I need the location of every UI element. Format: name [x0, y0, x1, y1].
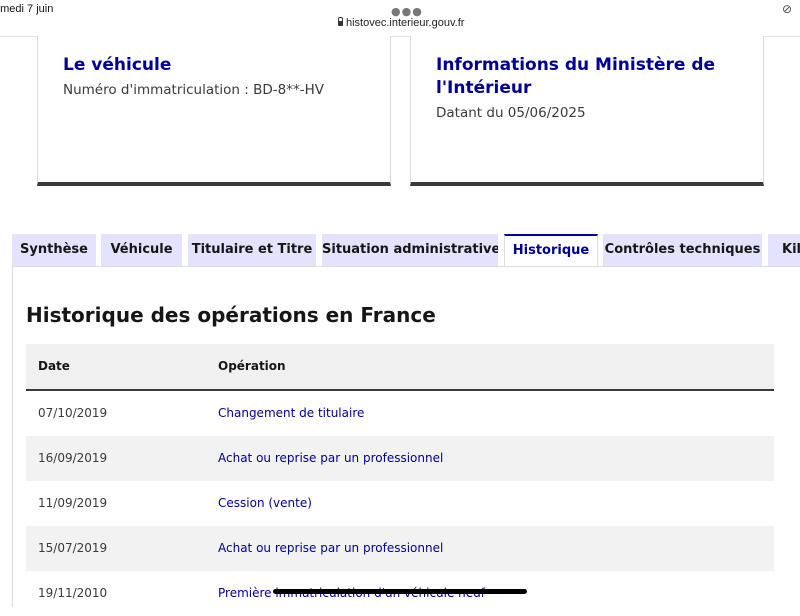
url-text: histovec.interieur.gouv.fr [346, 17, 465, 29]
tab-kilometrage[interactable]: Kilo [768, 234, 800, 266]
table-row: 16/09/2019 Achat ou reprise par un profe… [26, 436, 774, 481]
ministry-card-title: Informations du Ministère de l'Intérieur [436, 55, 716, 98]
browser-status-bar: amedi 7 juin ●●● histovec.interieur.gouv… [0, 0, 800, 37]
row-operation[interactable]: Cession (vente) [218, 481, 312, 526]
tab-historique[interactable]: Historique [504, 234, 598, 268]
tab-vehicule[interactable]: Véhicule [101, 234, 182, 266]
status-date: amedi 7 juin [0, 3, 54, 15]
row-date: 19/11/2010 [38, 586, 108, 600]
vehicle-card: Le véhicule Numéro d'immatriculation : B… [37, 36, 391, 186]
row-operation[interactable]: Achat ou reprise par un professionnel [218, 526, 443, 571]
vehicle-card-title: Le véhicule [63, 55, 172, 75]
tab-controles-techniques[interactable]: Contrôles techniques [603, 234, 762, 266]
column-header-operation: Opération [218, 359, 286, 373]
data-date: Datant du 05/06/2025 [436, 105, 586, 121]
row-operation[interactable]: Changement de titulaire [218, 391, 364, 436]
lock-icon [338, 17, 343, 26]
row-operation[interactable]: Achat ou reprise par un professionnel [218, 436, 443, 481]
history-table: Date Opération 07/10/2019 Changement de … [26, 344, 774, 616]
address-bar[interactable]: histovec.interieur.gouv.fr [338, 17, 464, 29]
tab-synthese[interactable]: Synthèse [12, 234, 96, 266]
home-indicator [273, 589, 527, 594]
row-date: 16/09/2019 [38, 451, 108, 465]
link-icon[interactable]: ⊘ [782, 2, 792, 16]
row-date: 07/10/2019 [38, 406, 108, 420]
table-header-row: Date Opération [26, 344, 774, 391]
row-date: 15/07/2019 [38, 541, 108, 555]
tab-situation-administrative[interactable]: Situation administrative [322, 234, 498, 266]
table-row: 15/07/2019 Achat ou reprise par un profe… [26, 526, 774, 571]
registration-number: Numéro d'immatriculation : BD-8**-HV [63, 82, 324, 98]
row-date: 11/09/2019 [38, 496, 108, 510]
tab-titulaire[interactable]: Titulaire et Titre [188, 234, 316, 266]
table-row: 11/09/2019 Cession (vente) [26, 481, 774, 526]
table-row: 07/10/2019 Changement de titulaire [26, 391, 774, 436]
tab-bar: Synthèse Véhicule Titulaire et Titre Sit… [0, 234, 800, 268]
history-title: Historique des opérations en France [26, 303, 436, 327]
column-header-date: Date [38, 359, 70, 373]
ministry-info-card: Informations du Ministère de l'Intérieur… [410, 36, 764, 186]
